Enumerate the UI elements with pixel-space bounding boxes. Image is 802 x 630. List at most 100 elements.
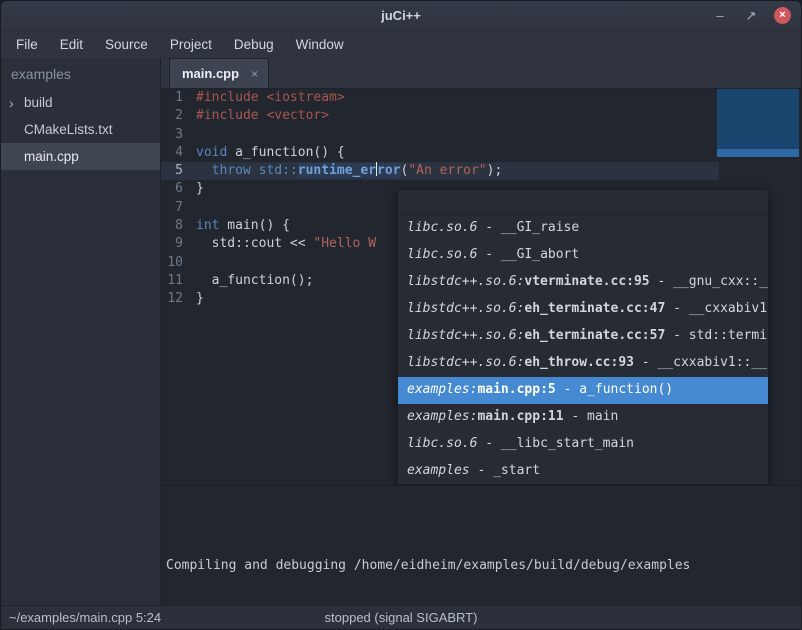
editor-line[interactable]: 4void a_function() { xyxy=(161,144,801,162)
backtrace-popup: libc.so.6 - __GI_raise libc.so.6 - __GI_… xyxy=(397,189,769,485)
line-number: 7 xyxy=(161,199,191,217)
code-token: #include <vector> xyxy=(196,108,329,123)
maximize-icon[interactable]: ↗ xyxy=(743,8,759,24)
close-icon[interactable]: × xyxy=(774,7,791,24)
code-text: void a_function() { xyxy=(191,144,801,162)
backtrace-symbol: - __libc_start_main xyxy=(477,435,634,453)
menubar: File Edit Source Project Debug Window xyxy=(1,31,801,58)
code-text: throw std::runtime_error("An error"); xyxy=(191,162,801,180)
backtrace-location: vterminate.cc:95 xyxy=(524,273,649,291)
backtrace-item[interactable]: libc.so.6 - __GI_raise xyxy=(398,215,768,242)
code-token: ror xyxy=(377,163,400,178)
backtrace-item[interactable]: libstdc++.so.6: eh_throw.cc:93 - __cxxab… xyxy=(398,350,768,377)
tab-main-cpp[interactable]: main.cpp × xyxy=(169,58,269,88)
menu-item[interactable]: Debug xyxy=(223,31,285,58)
terminal-output: Compiling and debugging /home/eidheim/ex… xyxy=(161,485,801,605)
code-token: runtime_er xyxy=(298,163,376,178)
line-number: 11 xyxy=(161,272,191,290)
status-debug-state: stopped (signal SIGABRT) xyxy=(1,610,801,625)
code-token: a_function() { xyxy=(227,145,344,160)
code-token: std::cout << xyxy=(196,236,313,251)
menu-item[interactable]: Source xyxy=(94,31,159,58)
menu-item[interactable]: Window xyxy=(285,31,355,58)
editor-line[interactable]: 3 xyxy=(161,126,801,144)
backtrace-location: main.cpp:5 xyxy=(477,381,555,399)
code-text xyxy=(191,126,801,144)
backtrace-symbol: - std::terminate() xyxy=(665,327,768,345)
code-token: a_function(); xyxy=(196,273,313,288)
code-text: #include <vector> xyxy=(191,107,801,125)
file-tree-item[interactable]: › build xyxy=(1,89,160,116)
window-title: juCi++ xyxy=(381,8,421,23)
main-area: examples › build CMakeLists.txt xyxy=(1,58,801,605)
code-token xyxy=(196,163,212,178)
debug-tooltip-overlay xyxy=(717,89,799,157)
code-token: int xyxy=(196,218,219,233)
code-token: std:: xyxy=(259,163,298,178)
backtrace-symbol: - a_function() xyxy=(556,381,673,399)
code-token: throw xyxy=(212,163,251,178)
backtrace-module: libc.so.6 xyxy=(407,246,477,264)
line-number: 8 xyxy=(161,217,191,235)
file-tree-item[interactable]: main.cpp xyxy=(1,143,160,170)
code-token: main() { xyxy=(219,218,289,233)
statusbar: stopped (signal SIGABRT) ~/examples/main… xyxy=(1,605,801,629)
backtrace-symbol: - _start xyxy=(470,462,540,480)
editor-column: main.cpp × 1 #include <iostream> 2#include… xyxy=(161,58,801,605)
titlebar: juCi++ – ↗ × xyxy=(1,1,801,31)
backtrace-list: libc.so.6 - __GI_raise libc.so.6 - __GI_… xyxy=(398,215,768,485)
backtrace-item[interactable]: libc.so.6 - __GI_abort xyxy=(398,242,768,269)
menu-item[interactable]: Edit xyxy=(49,31,94,58)
code-token xyxy=(251,163,259,178)
backtrace-item[interactable]: examples: main.cpp:5 - a_function() xyxy=(398,377,768,404)
backtrace-item[interactable]: libstdc++.so.6: vterminate.cc:95 - __gnu… xyxy=(398,269,768,296)
close-icon[interactable]: × xyxy=(251,67,258,81)
line-number: 12 xyxy=(161,290,191,308)
backtrace-module: libc.so.6 xyxy=(407,219,477,237)
code-token: ); xyxy=(487,163,503,178)
code-editor[interactable]: 1 #include <iostream> 2#include <vector>34… xyxy=(161,89,801,485)
backtrace-module: libstdc++.so.6: xyxy=(407,300,524,318)
file-tree: › build CMakeLists.txt main.cpp xyxy=(1,89,160,170)
line-number: 5 xyxy=(161,162,191,180)
line-number: 10 xyxy=(161,254,191,272)
code-token: } xyxy=(196,291,204,306)
line-number: 6 xyxy=(161,180,191,198)
backtrace-item[interactable]: libc.so.6 - __libc_start_main xyxy=(398,431,768,458)
editor-line[interactable]: 5 throw std::runtime_error("An error"); xyxy=(161,162,801,180)
backtrace-symbol: - main xyxy=(564,408,619,426)
minimize-icon[interactable]: – xyxy=(712,8,728,23)
project-name: examples xyxy=(1,58,160,89)
code-token: } xyxy=(196,181,204,196)
editor-line[interactable]: 2#include <vector> xyxy=(161,107,801,125)
backtrace-module: libstdc++.so.6: xyxy=(407,354,524,372)
terminal-line: Compiling and debugging /home/eidheim/ex… xyxy=(166,557,796,574)
backtrace-item[interactable]: libstdc++.so.6: eh_terminate.cc:47 - __c… xyxy=(398,296,768,323)
backtrace-item[interactable]: examples - _start xyxy=(398,458,768,485)
backtrace-item[interactable]: libstdc++.so.6: eh_terminate.cc:57 - std… xyxy=(398,323,768,350)
backtrace-symbol: - __cxxabiv1::__tern xyxy=(665,300,768,318)
tabbar: main.cpp × xyxy=(161,58,801,89)
backtrace-item[interactable]: examples: main.cpp:11 - main xyxy=(398,404,768,431)
chevron-right-icon: › xyxy=(9,95,24,111)
backtrace-location: main.cpp:11 xyxy=(477,408,563,426)
backtrace-module: examples xyxy=(407,462,470,480)
backtrace-symbol: - __GI_abort xyxy=(477,246,579,264)
backtrace-module: libc.so.6 xyxy=(407,435,477,453)
code-token: #include <iostream> xyxy=(196,90,345,105)
backtrace-module: examples: xyxy=(407,408,477,426)
backtrace-location: eh_terminate.cc:47 xyxy=(524,300,665,318)
tab-label: main.cpp xyxy=(182,66,239,81)
line-number: 9 xyxy=(161,235,191,253)
file-tree-item[interactable]: CMakeLists.txt xyxy=(1,116,160,143)
popup-search-row[interactable] xyxy=(398,190,768,215)
menu-item[interactable]: File xyxy=(5,31,49,58)
code-token: "An error" xyxy=(408,163,486,178)
line-number: 3 xyxy=(161,126,191,144)
line-number: 1 xyxy=(161,89,191,107)
backtrace-location: eh_terminate.cc:57 xyxy=(524,327,665,345)
menu-item[interactable]: Project xyxy=(159,31,223,58)
editor-line[interactable]: 1 #include <iostream> xyxy=(161,89,801,107)
backtrace-module: libstdc++.so.6: xyxy=(407,327,524,345)
code-token: "Hello W xyxy=(313,236,376,251)
